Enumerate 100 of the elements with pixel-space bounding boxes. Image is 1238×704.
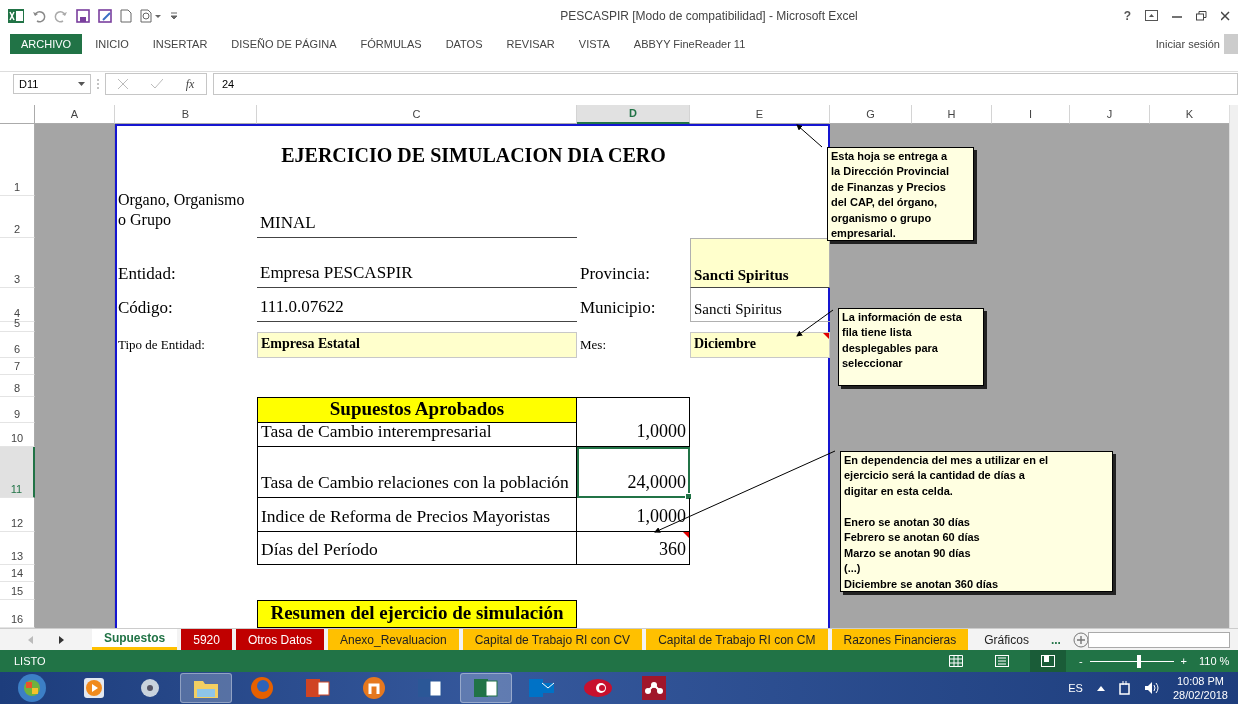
leader-line xyxy=(796,124,823,148)
grid-view-icon xyxy=(948,655,963,668)
fill-handle[interactable] xyxy=(685,492,692,500)
name-box[interactable]: D11 xyxy=(13,74,91,95)
mail-icon xyxy=(529,677,555,700)
row-header[interactable]: 6 xyxy=(0,331,35,358)
next-sheet-icon[interactable] xyxy=(58,635,64,644)
page-break-icon xyxy=(1040,655,1055,668)
new-document-icon[interactable] xyxy=(120,8,132,23)
table-cell-text: EJERCICIO DE SIMULACION DIA CERO xyxy=(280,142,667,168)
page-layout-icon xyxy=(994,655,1009,668)
undo-icon[interactable] xyxy=(32,8,46,23)
column-header[interactable]: B xyxy=(115,104,257,124)
ribbon-tab[interactable]: ABBYY FineReader 11 xyxy=(622,34,757,55)
close-icon[interactable] xyxy=(1221,10,1230,21)
status-text: LISTO xyxy=(14,655,46,668)
column-header[interactable]: C xyxy=(257,104,577,124)
print-preview-icon[interactable] xyxy=(140,8,162,23)
add-sheet-icon[interactable] xyxy=(1072,631,1089,648)
sheet-tab[interactable]: 5920 xyxy=(181,628,232,651)
table-cell: Empresa PESCASPIR xyxy=(257,237,577,288)
ribbon-tab[interactable]: FÓRMULAS xyxy=(349,34,433,55)
sheet-tab[interactable]: Anexo_Revaluacion xyxy=(327,628,459,651)
sheet-tab[interactable]: Capital de Trabajo RI con CM xyxy=(646,628,828,651)
check-icon[interactable] xyxy=(150,79,163,90)
disc-icon xyxy=(138,677,162,700)
zoom-level[interactable]: 110 % xyxy=(1196,655,1238,668)
sheet-tab[interactable]: Supuestos xyxy=(91,628,178,651)
ribbon-tab[interactable]: REVISAR xyxy=(495,34,566,55)
row-header[interactable]: 2 xyxy=(0,195,35,238)
comment-note: La información de esta fila tiene lista desplegables para seleccionar xyxy=(838,307,984,386)
clock[interactable]: 10:08 PM 28/02/2018 xyxy=(1172,674,1228,703)
table-cell: Sancti Spiritus xyxy=(690,287,830,322)
formula-input[interactable]: 24 xyxy=(213,73,1238,96)
ribbon-tab[interactable]: INICIO xyxy=(84,34,140,55)
spreadsheet-icon xyxy=(474,677,498,700)
restore-icon[interactable] xyxy=(1196,10,1207,21)
table-cell-text: Código: xyxy=(117,297,174,320)
row-header[interactable]: 13 xyxy=(0,531,35,565)
ribbon-display-icon[interactable] xyxy=(1145,10,1158,22)
save-as-icon[interactable] xyxy=(98,8,112,23)
zoom-in-button[interactable]: + xyxy=(1177,655,1190,668)
comment-note: En dependencia del mes a utilizar en el ejercicio será la cantidad de días a digitar en esta celda. Enero se anotan 30 días Febrero se anotan 60 días Marzo se anotan 90 días (...) Diciembre se anotan 360 días xyxy=(840,450,1113,592)
ribbon-tab[interactable]: DATOS xyxy=(434,34,494,55)
column-header[interactable]: D xyxy=(577,104,690,124)
table-cell: Empresa Estatal xyxy=(257,331,577,358)
tray-arrow-icon[interactable] xyxy=(1096,685,1105,691)
table-cell: 111.0.07622 xyxy=(257,287,577,322)
column-header[interactable]: J xyxy=(1070,104,1150,124)
dropdown-icon[interactable] xyxy=(78,82,85,87)
sheet-tab[interactable]: Razones Financieras xyxy=(831,628,969,651)
play-icon xyxy=(83,677,105,700)
save-icon[interactable] xyxy=(76,8,90,23)
row-header[interactable]: 16 xyxy=(0,599,35,628)
table-cell-text: Entidad: xyxy=(117,263,177,286)
table-cell-text: Organo, Organismo o Grupo xyxy=(117,189,246,231)
column-header[interactable]: G xyxy=(830,104,912,124)
column-header[interactable]: H xyxy=(912,104,992,124)
network-icon xyxy=(642,676,666,701)
zoom-out-button[interactable]: - xyxy=(1075,655,1086,668)
sheet-tab[interactable]: Otros Datos xyxy=(235,628,324,651)
ribbon-tab[interactable]: VISTA xyxy=(567,34,621,55)
help-button[interactable]: ? xyxy=(1123,8,1131,23)
column-header[interactable]: E xyxy=(690,104,830,124)
ring-icon xyxy=(362,676,386,701)
row-header[interactable]: 11 xyxy=(0,446,35,498)
presentation-icon xyxy=(306,677,330,700)
vertical-scrollbar[interactable] xyxy=(1229,104,1238,628)
table-cell-text: Provincia: xyxy=(579,263,651,286)
view-button[interactable] xyxy=(1029,650,1066,673)
taskbar-app[interactable] xyxy=(460,673,512,704)
row-header[interactable]: 8 xyxy=(0,374,35,397)
ribbon-tab[interactable]: INSERTAR xyxy=(141,34,219,55)
excel-logo-icon xyxy=(8,7,24,24)
row-header[interactable]: 3 xyxy=(0,237,35,288)
zoom-thumb[interactable] xyxy=(1137,654,1142,668)
row-header[interactable]: 5 xyxy=(0,321,35,332)
customize-icon[interactable] xyxy=(170,10,178,21)
language-indicator[interactable]: ES xyxy=(1068,682,1083,695)
ribbon-tab[interactable]: DISEÑO DE PÁGINA xyxy=(220,34,348,55)
table-cell: 1,0000 xyxy=(577,422,690,447)
horizontal-scrollbar[interactable] xyxy=(1088,631,1230,648)
document-icon xyxy=(418,677,442,700)
taskbar-app[interactable] xyxy=(180,673,232,704)
insert-function-button[interactable]: fx xyxy=(185,76,195,92)
row-header[interactable]: 1 xyxy=(0,123,35,196)
table-cell: 1,0000 xyxy=(577,497,690,532)
more-sheets-button[interactable]: ... xyxy=(1044,628,1067,651)
sheet-tab[interactable]: Capital de Trabajo RI con CV xyxy=(462,628,643,651)
sign-in-link[interactable]: Iniciar sesión xyxy=(1155,38,1220,51)
table-cell: MINAL xyxy=(257,195,577,238)
column-header[interactable]: A xyxy=(35,104,115,124)
row-header[interactable]: 12 xyxy=(0,497,35,532)
ribbon-tab[interactable]: ARCHIVO xyxy=(10,34,83,55)
volume-icon[interactable] xyxy=(1144,682,1159,695)
row-header[interactable]: 10 xyxy=(0,422,35,447)
row-header[interactable]: 9 xyxy=(0,396,35,423)
table-cell: 24,0000 xyxy=(577,446,690,498)
power-icon[interactable] xyxy=(1118,681,1131,696)
column-header[interactable]: I xyxy=(992,104,1070,124)
